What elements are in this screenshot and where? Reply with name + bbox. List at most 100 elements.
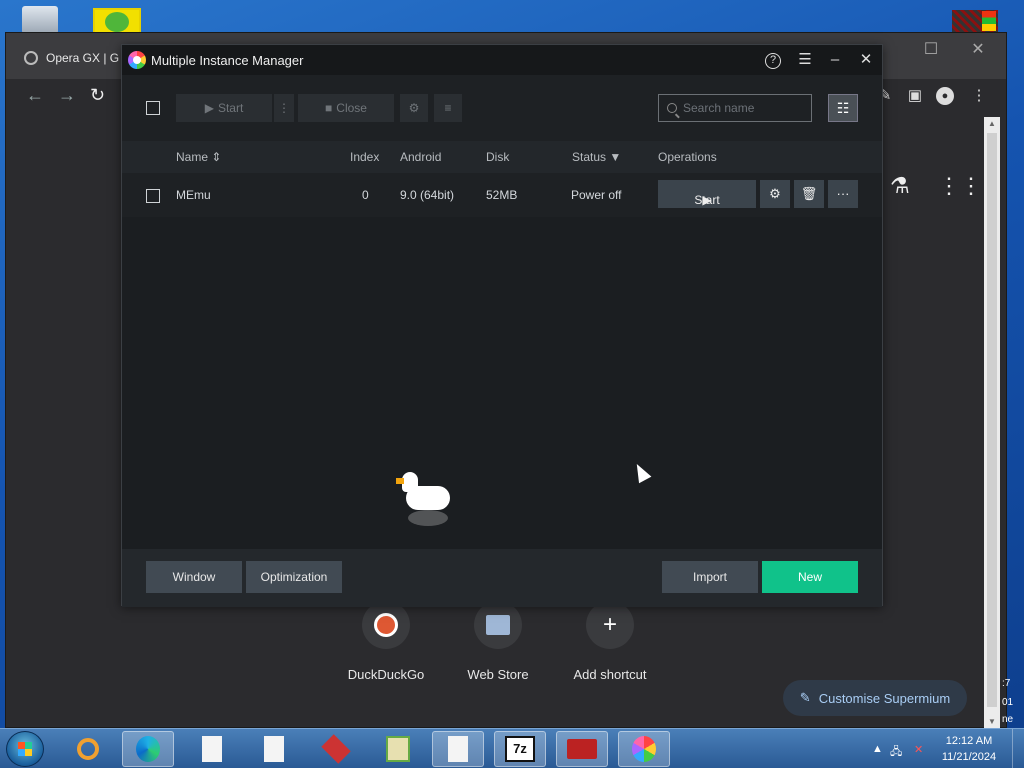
column-status-label: Status bbox=[572, 150, 607, 164]
instance-index: 0 bbox=[362, 188, 369, 202]
start-options-icon[interactable]: ⋮ bbox=[274, 94, 294, 122]
stop-icon: ■ bbox=[325, 101, 333, 115]
list-view-icon[interactable]: ☷ bbox=[828, 94, 858, 122]
column-android: Android bbox=[400, 150, 442, 164]
taskbar-document-2[interactable] bbox=[248, 731, 300, 767]
labs-flask-icon[interactable]: ⚗ bbox=[890, 173, 910, 199]
menu-icon[interactable]: ☰ bbox=[794, 50, 816, 70]
select-all-checkbox[interactable] bbox=[146, 101, 160, 115]
search-placeholder: Search name bbox=[683, 101, 755, 115]
shortcut-duckduckgo[interactable]: DuckDuckGo bbox=[336, 601, 436, 682]
close-all-button[interactable]: ■ Close bbox=[298, 94, 394, 122]
clock[interactable]: 12:12 AM 11/21/2024 bbox=[938, 733, 1000, 765]
side-panel-icon[interactable]: ▣ bbox=[906, 87, 924, 105]
instance-start-button[interactable]: ▶ Start bbox=[658, 180, 756, 208]
instance-more-icon[interactable]: ··· bbox=[828, 180, 858, 208]
settings-gear-icon[interactable]: ⚙ bbox=[400, 94, 428, 122]
search-input[interactable]: Search name bbox=[658, 94, 812, 122]
document-icon bbox=[448, 736, 468, 762]
minimize-icon[interactable]: – bbox=[824, 50, 846, 70]
globe-icon bbox=[24, 51, 38, 65]
7zip-icon: 7z bbox=[505, 736, 535, 762]
recycle-bin-icon[interactable] bbox=[22, 6, 58, 34]
shortcut-web-store[interactable]: Web Store bbox=[448, 601, 548, 682]
web-store-icon bbox=[486, 615, 510, 635]
close-icon[interactable]: ✕ bbox=[855, 50, 877, 70]
taskbar-document-1[interactable] bbox=[186, 731, 238, 767]
start-all-button[interactable]: ▶ Start bbox=[176, 94, 272, 122]
browser-tab-title: Opera GX | G bbox=[46, 51, 120, 65]
instance-delete-icon[interactable]: 🗑 bbox=[794, 180, 824, 208]
shortcut-icon-circle bbox=[474, 601, 522, 649]
start-all-label: Start bbox=[217, 101, 244, 115]
title-bar[interactable]: Multiple Instance Manager ? ☰ – ✕ bbox=[122, 45, 882, 75]
shortcut-add[interactable]: + Add shortcut bbox=[560, 601, 660, 682]
system-tray: ▲ 🖧 ✕ 12:12 AM 11/21/2024 bbox=[866, 729, 1024, 768]
column-disk: Disk bbox=[486, 150, 510, 164]
apps-grid-icon[interactable]: ⋮⋮ bbox=[938, 173, 982, 199]
pencil-icon: ✎ bbox=[799, 690, 811, 705]
memu-logo-icon bbox=[128, 51, 146, 69]
page-scrollbar[interactable]: ▲ ▼ bbox=[984, 117, 1000, 729]
help-icon[interactable]: ? bbox=[765, 53, 781, 69]
column-name[interactable]: Name ⇕ bbox=[176, 150, 221, 164]
multiple-instance-manager-window: Multiple Instance Manager ? ☰ – ✕ ▶ Star… bbox=[121, 44, 883, 607]
taskbar-toolbox[interactable] bbox=[310, 731, 362, 767]
desktop-app-icon[interactable] bbox=[952, 10, 998, 32]
profile-avatar-icon[interactable]: ● bbox=[936, 87, 954, 105]
column-operations: Operations bbox=[658, 150, 717, 164]
taskbar-memu[interactable] bbox=[618, 731, 670, 767]
clock-date: 11/21/2024 bbox=[941, 751, 997, 763]
optimization-button[interactable]: Optimization bbox=[246, 561, 342, 593]
row-checkbox[interactable] bbox=[146, 189, 160, 203]
show-desktop-button[interactable] bbox=[1012, 729, 1024, 768]
import-button[interactable]: Import bbox=[662, 561, 758, 593]
taskbar-toolbox-red[interactable] bbox=[556, 731, 608, 767]
back-icon[interactable]: ← bbox=[26, 85, 44, 106]
window-title: Multiple Instance Manager bbox=[151, 53, 304, 68]
forward-icon[interactable]: → bbox=[58, 85, 76, 106]
edge-icon bbox=[136, 736, 160, 762]
new-button[interactable]: New bbox=[762, 561, 858, 593]
menu-dots-icon[interactable]: ⋮ bbox=[970, 87, 988, 105]
document-icon bbox=[202, 736, 222, 762]
notepad-plus-icon bbox=[386, 736, 410, 762]
new-button-label: New bbox=[797, 570, 822, 584]
close-icon[interactable]: ✕ bbox=[966, 39, 990, 59]
frog-app-icon[interactable] bbox=[93, 8, 141, 34]
optimization-button-label: Optimization bbox=[260, 570, 328, 584]
edge-text: 01 bbox=[1002, 697, 1014, 708]
column-status[interactable]: Status ▼ bbox=[572, 150, 621, 164]
maximize-icon[interactable]: ☐ bbox=[919, 39, 943, 59]
scroll-down-icon[interactable]: ▼ bbox=[984, 715, 1000, 729]
start-button[interactable] bbox=[6, 731, 44, 767]
show-hidden-icons-icon[interactable]: ▲ bbox=[872, 743, 883, 755]
network-icon[interactable]: 🖧 bbox=[890, 743, 902, 762]
window-button-label: Window bbox=[172, 570, 216, 584]
reload-icon[interactable]: ↻ bbox=[90, 85, 105, 106]
goose-beak bbox=[396, 478, 404, 484]
taskbar-notepad-plus[interactable] bbox=[372, 731, 424, 767]
document-icon bbox=[264, 736, 284, 762]
taskbar-search-app[interactable] bbox=[62, 731, 114, 767]
customise-button[interactable]: ✎ Customise Supermium bbox=[783, 680, 967, 716]
shortcut-icon-circle bbox=[362, 601, 410, 649]
taskbar-document-3[interactable] bbox=[432, 731, 484, 767]
list-menu-icon[interactable]: ≡ bbox=[434, 94, 462, 122]
window-button[interactable]: Window bbox=[146, 561, 242, 593]
volume-muted-icon[interactable]: ✕ bbox=[914, 743, 923, 756]
desktop-goose-icon bbox=[396, 472, 454, 530]
instance-name: MEmu bbox=[176, 188, 211, 202]
table-row: MEmu 0 9.0 (64bit) 52MB Power off ▶ Star… bbox=[122, 175, 882, 217]
instance-android: 9.0 (64bit) bbox=[400, 188, 455, 202]
plus-icon: + bbox=[586, 601, 634, 649]
taskbar-7zip[interactable]: 7z bbox=[494, 731, 546, 767]
scroll-thumb[interactable] bbox=[987, 133, 997, 707]
browser-tab[interactable]: Opera GX | G bbox=[24, 45, 134, 71]
instance-settings-icon[interactable]: ⚙ bbox=[760, 180, 790, 208]
scroll-up-icon[interactable]: ▲ bbox=[984, 117, 1000, 131]
memu-icon bbox=[632, 736, 656, 762]
taskbar-edge[interactable] bbox=[122, 731, 174, 767]
instance-status: Power off bbox=[571, 188, 622, 202]
clock-time: 12:12 AM bbox=[945, 735, 993, 747]
